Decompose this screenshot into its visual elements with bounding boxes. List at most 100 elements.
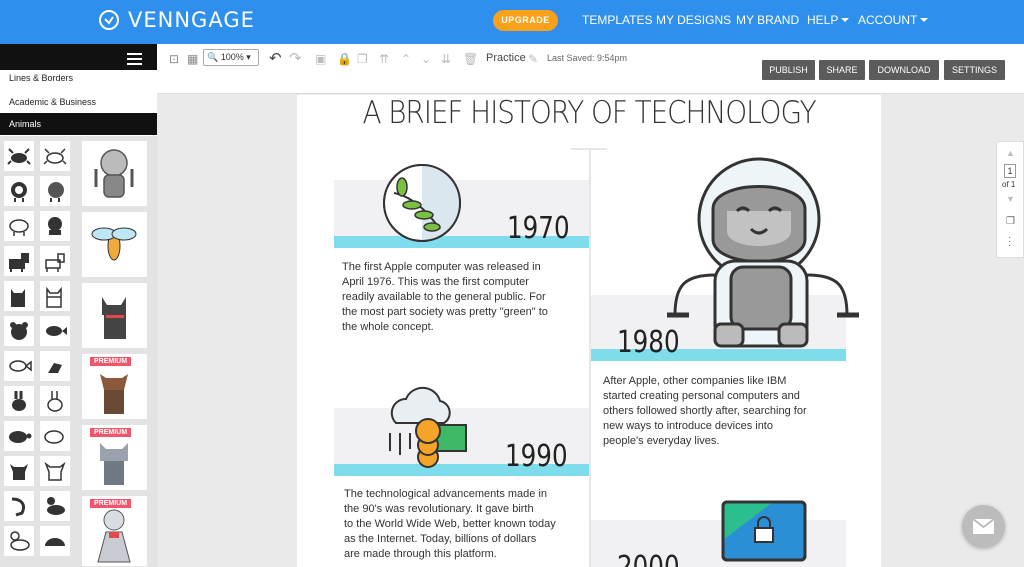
sheep-icon[interactable] <box>4 176 34 206</box>
publish-button[interactable]: PUBLISH <box>762 60 815 80</box>
rabbit-icon[interactable] <box>4 386 34 416</box>
venngage-logo[interactable]: VENNGAGE <box>98 8 255 32</box>
year-1970[interactable]: 1970 <box>507 211 570 246</box>
duck-small-icon[interactable] <box>4 526 34 556</box>
nav-help-label: HELP <box>807 13 839 27</box>
cat-outline-icon[interactable] <box>40 281 70 311</box>
download-button[interactable]: DOWNLOAD <box>869 60 939 80</box>
cat-illustration-premium[interactable]: PREMIUM <box>82 425 147 490</box>
send-backward-icon[interactable]: ⌄ <box>421 52 431 66</box>
grid-icon[interactable]: ▦ <box>187 52 198 66</box>
delete-icon[interactable]: 🗑 <box>463 52 478 66</box>
send-back-icon[interactable]: ⇊ <box>441 52 451 66</box>
rabbit-outline-icon[interactable] <box>40 386 70 416</box>
nav-help[interactable]: HELP <box>807 0 850 44</box>
upgrade-button[interactable]: UPGRADE <box>493 10 558 31</box>
copy-icon[interactable]: ❐ <box>357 52 368 66</box>
dog-outline-icon[interactable] <box>40 246 70 276</box>
astronaut-illustration-premium[interactable]: PREMIUM <box>82 496 147 566</box>
lock-icon[interactable]: 🔒 <box>337 52 352 66</box>
settings-button[interactable]: SETTINGS <box>944 60 1005 80</box>
zoom-select[interactable]: 🔍 100% ▾ <box>203 49 259 66</box>
tortoise-icon[interactable] <box>40 526 70 556</box>
edit-name-icon[interactable]: ✎ <box>528 52 538 66</box>
cat-icon[interactable] <box>4 281 34 311</box>
crab-icon[interactable] <box>4 141 34 171</box>
crab-outline-icon[interactable] <box>40 141 70 171</box>
yeti-illustration[interactable] <box>82 141 147 206</box>
document-name[interactable]: Practice <box>486 52 526 64</box>
undo-icon[interactable]: ↶ <box>269 49 282 67</box>
bird-icon[interactable] <box>40 351 70 381</box>
paragraph-1980[interactable]: After Apple, other companies like IBM st… <box>603 374 848 449</box>
fish-icon[interactable] <box>40 316 70 346</box>
dog-illustration-premium[interactable]: PREMIUM <box>82 354 147 419</box>
bee-illustration[interactable] <box>82 212 147 277</box>
paragraph-1970[interactable]: The first Apple computer was released in… <box>342 260 587 335</box>
paragraph-1970-line: the whole concept. <box>342 321 434 333</box>
nav-account[interactable]: ACCOUNT <box>858 0 929 44</box>
paragraph-1980-line: people's everyday lives. <box>603 435 720 447</box>
bear-icon[interactable] <box>4 316 34 346</box>
share-button[interactable]: SHARE <box>819 60 865 80</box>
paragraph-1970-line: The first Apple computer was released in <box>342 261 541 273</box>
cow-outline-icon[interactable] <box>40 456 70 486</box>
page-navigator: ▲ 1 of 1 ▼ ❐ · · · <box>996 141 1024 258</box>
laptop-lock-illustration[interactable] <box>721 500 807 562</box>
redo-icon[interactable]: ↷ <box>289 49 302 67</box>
nav-my-designs[interactable]: MY DESIGNS <box>656 0 731 44</box>
sidebar: Lines & Borders Academic & Business Anim… <box>0 44 157 567</box>
duplicate-page-icon[interactable]: ❐ <box>1006 216 1015 227</box>
last-saved-status: Last Saved: 9:54pm <box>547 53 628 63</box>
paragraph-1990-line: are made through this platform. <box>344 548 497 560</box>
page-down-icon[interactable]: ▼ <box>1006 194 1015 204</box>
year-2000[interactable]: 2000 <box>617 550 680 567</box>
paragraph-1990-line: to the World Wide Web, better known toda… <box>344 518 556 530</box>
more-options-icon[interactable]: · · · <box>1008 233 1011 251</box>
chevron-down-icon <box>841 18 850 22</box>
dog-icon[interactable] <box>4 246 34 276</box>
lamb-icon[interactable] <box>4 211 34 241</box>
yeti-astronaut-illustration[interactable] <box>667 149 859 354</box>
snap-icon[interactable]: ⊡ <box>169 52 179 66</box>
page-up-icon[interactable]: ▲ <box>1006 148 1015 158</box>
lamb-face-icon[interactable] <box>40 211 70 241</box>
paragraph-1970-line: April 1976. This was the first computer <box>342 276 529 288</box>
cow-icon[interactable] <box>4 456 34 486</box>
group-icon[interactable]: ▣ <box>315 52 326 66</box>
top-bar: VENNGAGE UPGRADE TEMPLATES MY DESIGNS MY… <box>0 0 1024 44</box>
paragraph-1990[interactable]: The technological advancements made in t… <box>344 487 589 562</box>
cloud-coins-illustration[interactable] <box>382 383 472 469</box>
chat-button[interactable] <box>962 505 1005 548</box>
icon-grid: PREMIUM PREMIUM PREMIUM <box>0 136 157 567</box>
nav-templates[interactable]: TEMPLATES <box>582 0 652 44</box>
bring-front-icon[interactable]: ⇈ <box>379 52 389 66</box>
category-lines-borders[interactable]: Lines & Borders <box>0 70 157 86</box>
current-page[interactable]: 1 <box>1004 164 1016 178</box>
black-cat-illustration[interactable] <box>82 283 147 348</box>
category-animals[interactable]: Animals <box>0 113 157 135</box>
duck-icon[interactable] <box>40 491 70 521</box>
fish-outline-icon[interactable] <box>4 351 34 381</box>
hamburger-menu-icon[interactable] <box>127 53 142 66</box>
sheep-outline-icon[interactable] <box>40 176 70 206</box>
plant-illustration[interactable] <box>382 157 464 245</box>
turtle-icon[interactable] <box>4 421 34 451</box>
infographic-title[interactable]: A BRIEF HISTORY OF TECHNOLOGY <box>326 95 852 131</box>
infographic-page[interactable]: A BRIEF HISTORY OF TECHNOLOGY 1970 The f… <box>297 95 881 567</box>
year-1980[interactable]: 1980 <box>617 325 680 360</box>
logo-icon <box>99 10 119 30</box>
pig-icon[interactable] <box>40 421 70 451</box>
bring-forward-icon[interactable]: ⌃ <box>401 52 411 66</box>
nav-my-brand[interactable]: MY BRAND <box>736 0 799 44</box>
shrimp-icon[interactable] <box>4 491 34 521</box>
year-1990[interactable]: 1990 <box>505 439 568 474</box>
category-academic-business[interactable]: Academic & Business <box>0 91 157 113</box>
premium-badge: PREMIUM <box>90 357 132 366</box>
paragraph-1980-line: new ways to introduce devices into <box>603 420 773 432</box>
paragraph-1990-line: the 90's was revolutionary. It gave birt… <box>344 503 534 515</box>
chevron-down-icon <box>920 18 929 22</box>
paragraph-1980-line: started creating personal computers and <box>603 390 800 402</box>
paragraph-1970-line: the most part society was pretty "green"… <box>342 306 548 318</box>
paragraph-1990-line: as the Internet. Today, billions of doll… <box>344 533 537 545</box>
